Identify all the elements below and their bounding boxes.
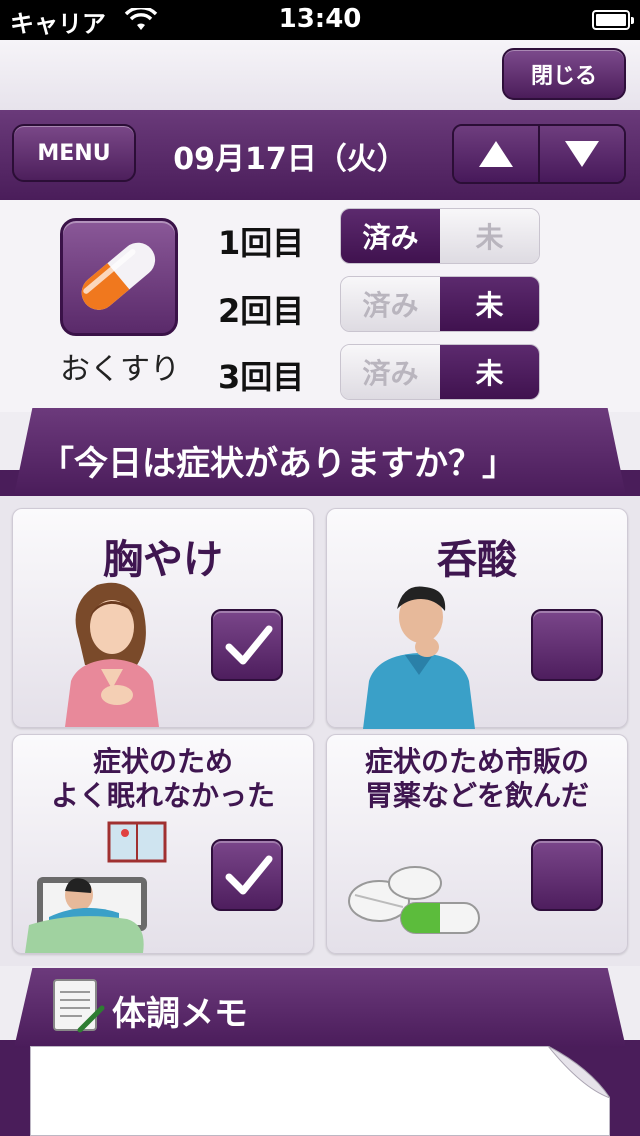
medicine-label: おくすり — [60, 352, 180, 387]
arrow-up-icon — [479, 141, 513, 167]
symptom-card-heartburn[interactable]: 胸やけ — [12, 508, 314, 728]
otc-medicine-checkbox[interactable] — [531, 839, 603, 911]
notepad-icon — [53, 979, 105, 1033]
menu-button[interactable]: MENU — [12, 124, 136, 182]
dose-3-done-option[interactable]: 済み — [341, 345, 440, 399]
symptom-card-acid-reflux[interactable]: 呑酸 — [326, 508, 628, 729]
memo-input[interactable] — [30, 1046, 610, 1136]
battery-icon — [592, 10, 634, 30]
dose-1-done-option[interactable]: 済み — [341, 209, 440, 263]
date-title: 09月17日（火） — [173, 142, 407, 177]
man-illustration-icon — [363, 586, 475, 729]
previous-date-button[interactable] — [454, 126, 538, 182]
symptom-title-line1: 症状のため — [92, 745, 233, 778]
heartburn-checkbox[interactable] — [211, 609, 283, 681]
dose-3-label: 3回目 — [218, 358, 305, 396]
arrow-down-icon — [565, 141, 599, 167]
pill-icon — [81, 242, 156, 310]
acid-reflux-checkbox[interactable] — [531, 609, 603, 681]
symptom-card-otc-medicine[interactable]: 症状のため市販の 胃薬などを飲んだ — [326, 734, 628, 954]
next-date-button[interactable] — [538, 126, 624, 182]
check-icon — [225, 625, 273, 665]
dose-1-not-done-option[interactable]: 未 — [440, 209, 539, 263]
sleeping-illustration-icon — [25, 821, 167, 953]
date-navigation — [452, 124, 626, 184]
dose-3-not-done-option[interactable]: 未 — [440, 345, 539, 399]
clock: 13:40 — [278, 4, 362, 34]
dose-2-done-option[interactable]: 済み — [341, 277, 440, 331]
pills-illustration-icon — [348, 866, 480, 934]
dose-2-label: 2回目 — [218, 292, 305, 330]
status-bar: キャリア 13:40 — [0, 0, 640, 40]
symptom-title-line2: よく眠れなかった — [50, 779, 275, 812]
woman-illustration-icon — [65, 582, 159, 727]
poor-sleep-checkbox[interactable] — [211, 839, 283, 911]
symptom-title-line1: 症状のため市販の — [364, 745, 589, 778]
page-curl-icon — [548, 1046, 610, 1098]
dose-3-toggle: 済み 未 — [340, 344, 540, 400]
memo-title: 体調メモ — [112, 994, 248, 1034]
dose-1-toggle: 済み 未 — [340, 208, 540, 264]
symptom-title-line2: 胃薬などを飲んだ — [364, 779, 589, 812]
question-text: 「今日は症状がありますか？」 — [40, 444, 516, 484]
close-button[interactable]: 閉じる — [502, 48, 626, 100]
dose-2-not-done-option[interactable]: 未 — [440, 277, 539, 331]
medicine-button[interactable] — [60, 218, 178, 336]
dose-2-toggle: 済み 未 — [340, 276, 540, 332]
symptom-card-poor-sleep[interactable]: 症状のため よく眠れなかった — [12, 734, 314, 954]
dose-1-label: 1回目 — [218, 224, 305, 262]
check-icon — [225, 855, 273, 895]
